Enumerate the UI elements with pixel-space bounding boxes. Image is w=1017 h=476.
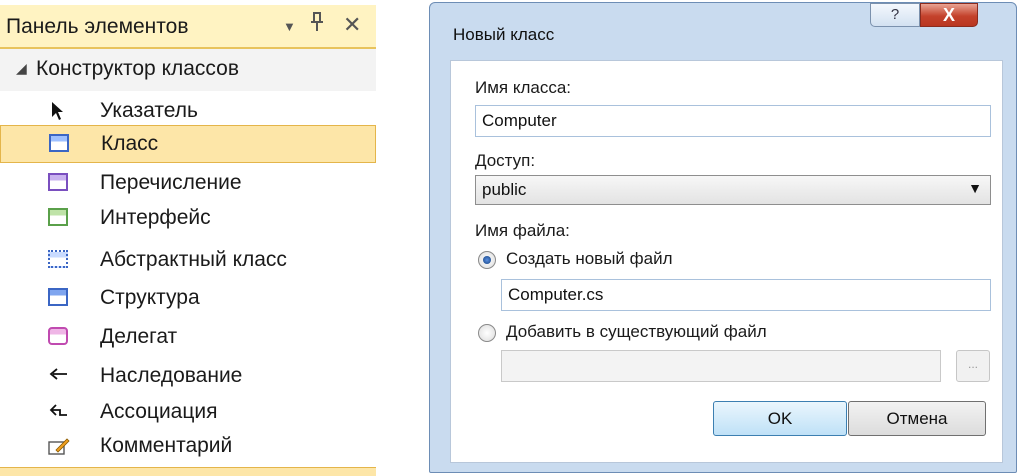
ok-button[interactable]: OK	[713, 401, 847, 436]
toolbox-group-class-designer[interactable]: ◢ Конструктор классов	[0, 49, 376, 91]
pin-icon[interactable]	[310, 11, 324, 41]
tool-item-label: Интерфейс	[100, 206, 211, 229]
tool-item-struct[interactable]: Структура	[0, 280, 376, 318]
delegate-icon	[48, 327, 68, 345]
help-icon: ?	[890, 6, 900, 23]
tool-item-label: Указатель	[100, 99, 198, 122]
tool-item-comment[interactable]: Комментарий	[0, 428, 376, 466]
access-select[interactable]: public ▼	[475, 175, 991, 205]
cancel-button[interactable]: Отмена	[848, 401, 986, 436]
tool-item-label: Класс	[101, 132, 159, 155]
comment-icon	[48, 436, 70, 455]
existing-file-input[interactable]	[501, 350, 941, 382]
class-name-input[interactable]: Computer	[475, 105, 991, 137]
dropdown-icon[interactable]: ▼	[283, 13, 296, 41]
new-file-radio[interactable]	[478, 251, 496, 269]
dialog-title: Новый класс	[453, 25, 555, 44]
dialog-body: Имя класса: Computer Доступ: public ▼ Им…	[450, 60, 1003, 463]
browse-button[interactable]: ...	[956, 350, 990, 382]
access-selected-value: public	[482, 180, 527, 199]
access-label: Доступ:	[475, 151, 536, 170]
toolbox-panel: Панель элементов ▼ ✕ ◢ Конструктор класс…	[0, 0, 378, 476]
tool-item-interface[interactable]: Интерфейс	[0, 200, 376, 238]
tool-item-association[interactable]: Ассоциация	[0, 394, 376, 432]
close-x-icon: X	[942, 5, 955, 25]
tool-item-label: Ассоциация	[100, 400, 218, 423]
tool-item-label: Структура	[100, 286, 200, 309]
class-icon	[49, 134, 69, 152]
dialog-close-button[interactable]: X	[920, 3, 978, 27]
interface-icon	[48, 208, 68, 226]
tool-item-label: Наследование	[100, 364, 243, 387]
new-file-input[interactable]: Computer.cs	[501, 279, 991, 311]
new-file-option-label: Создать новый файл	[506, 249, 673, 268]
enum-icon	[48, 173, 68, 191]
tool-item-class[interactable]: Класс	[0, 125, 376, 163]
help-button[interactable]: ?	[870, 3, 920, 27]
tool-item-label: Абстрактный класс	[100, 248, 287, 271]
inheritance-arrow-icon	[48, 366, 68, 384]
toolbox-group-label: Конструктор классов	[36, 57, 239, 80]
pointer-arrow-icon	[48, 101, 68, 120]
tool-item-label: Перечисление	[100, 171, 242, 194]
association-arrow-icon	[48, 402, 68, 420]
tool-item-enum[interactable]: Перечисление	[0, 165, 376, 203]
tool-item-abstract-class[interactable]: Абстрактный класс	[0, 242, 376, 280]
expand-triangle-icon: ◢	[16, 60, 27, 76]
tool-item-inheritance[interactable]: Наследование	[0, 358, 376, 396]
chevron-down-icon: ▼	[968, 180, 982, 196]
existing-file-option-label: Добавить в существующий файл	[506, 322, 767, 341]
toolbox-title: Панель элементов	[6, 15, 189, 38]
toolbox-header: Панель элементов ▼ ✕	[0, 5, 376, 49]
class-name-label: Имя класса:	[475, 78, 572, 97]
abstract-class-icon	[48, 250, 68, 268]
new-class-dialog: Новый класс ? X Имя класса: Computer Дос…	[429, 2, 1017, 473]
struct-icon	[48, 288, 68, 306]
tool-item-label: Делегат	[100, 325, 178, 348]
tool-item-label: Комментарий	[100, 434, 233, 457]
existing-file-radio[interactable]	[478, 324, 496, 342]
file-name-label: Имя файла:	[475, 221, 570, 240]
close-icon[interactable]: ✕	[343, 11, 361, 39]
tool-item-delegate[interactable]: Делегат	[0, 319, 376, 357]
